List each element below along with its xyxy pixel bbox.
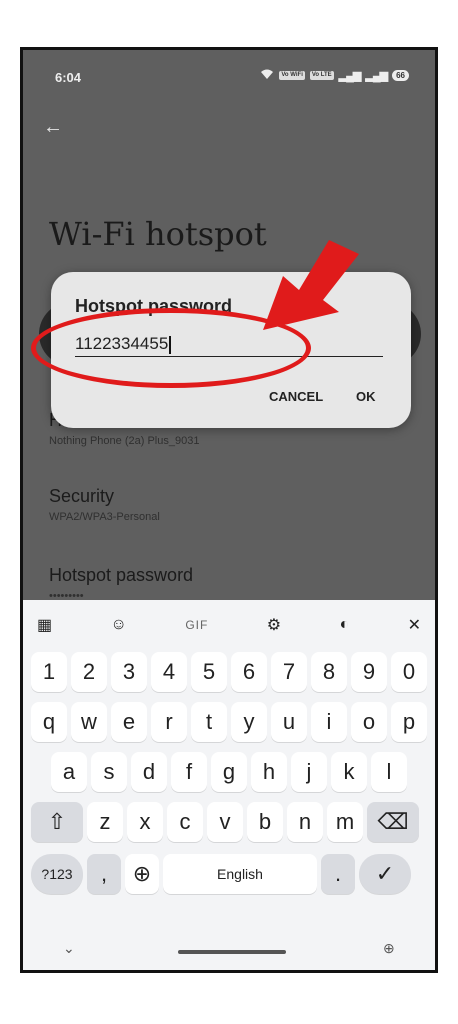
key-e[interactable]: e (111, 702, 147, 742)
cancel-button[interactable]: CANCEL (269, 389, 323, 404)
key-t[interactable]: t (191, 702, 227, 742)
backspace-key-icon[interactable]: ⌫ (367, 802, 419, 842)
key-1[interactable]: 1 (31, 652, 67, 692)
key-b[interactable]: b (247, 802, 283, 842)
key-u[interactable]: u (271, 702, 307, 742)
keyboard: ▦ ☺ GIF ⚙ ◐ ✕ 1 2 3 4 5 6 7 8 9 0 q w e … (23, 600, 435, 970)
key-3[interactable]: 3 (111, 652, 147, 692)
key-y[interactable]: y (231, 702, 267, 742)
key-4[interactable]: 4 (151, 652, 187, 692)
key-a[interactable]: a (51, 752, 87, 792)
key-z[interactable]: z (87, 802, 123, 842)
phone-screen: 6:04 Vo WiFi Vo LTE ▂▄▆ ▂▄▆ 66 ← Wi-Fi h… (20, 47, 438, 973)
hide-keyboard-icon[interactable]: ⌄ (63, 940, 75, 957)
letter-row-2: a s d f g h j k l (49, 752, 435, 792)
shift-key-icon[interactable]: ⇧ (31, 802, 83, 842)
key-n[interactable]: n (287, 802, 323, 842)
status-bar: 6:04 Vo WiFi Vo LTE ▂▄▆ ▂▄▆ 66 (23, 50, 435, 100)
sticker-icon[interactable]: ☺ (111, 616, 127, 634)
apps-grid-icon[interactable]: ▦ (37, 615, 52, 635)
key-6[interactable]: 6 (231, 652, 267, 692)
key-9[interactable]: 9 (351, 652, 387, 692)
back-arrow-icon[interactable]: ← (43, 116, 63, 139)
enter-key-icon[interactable]: ✓ (359, 854, 411, 894)
key-2[interactable]: 2 (71, 652, 107, 692)
security-item[interactable]: Security WPA2/WPA3-Personal (49, 486, 160, 523)
key-0[interactable]: 0 (391, 652, 427, 692)
comma-key[interactable]: , (87, 854, 121, 894)
hotspot-name-value: Nothing Phone (2a) Plus_9031 (49, 435, 200, 447)
vowifi-icon: Vo WiFi (279, 71, 305, 80)
number-row: 1 2 3 4 5 6 7 8 9 0 (29, 652, 429, 692)
status-time: 6:04 (55, 70, 82, 85)
letter-row-3: ⇧ z x c v b n m ⌫ (29, 802, 429, 842)
keyboard-toolbar: ▦ ☺ GIF ⚙ ◐ ✕ (23, 610, 435, 640)
settings-gear-icon[interactable]: ⚙ (267, 615, 281, 635)
key-s[interactable]: s (91, 752, 127, 792)
key-p[interactable]: p (391, 702, 427, 742)
volte-icon: Vo LTE (309, 71, 334, 80)
annotation-arrow-icon (263, 240, 359, 330)
key-5[interactable]: 5 (191, 652, 227, 692)
key-w[interactable]: w (71, 702, 107, 742)
ok-button[interactable]: OK (356, 389, 376, 404)
key-7[interactable]: 7 (271, 652, 307, 692)
key-q[interactable]: q (31, 702, 67, 742)
palette-icon[interactable]: ◐ (340, 616, 350, 634)
key-i[interactable]: i (311, 702, 347, 742)
key-f[interactable]: f (171, 752, 207, 792)
period-key[interactable]: . (321, 854, 355, 894)
key-j[interactable]: j (291, 752, 327, 792)
status-icons: Vo WiFi Vo LTE ▂▄▆ ▂▄▆ 66 (260, 68, 409, 83)
hotspot-password-label: Hotspot password (49, 565, 194, 585)
hotspot-password-item[interactable]: Hotspot password ••••••••• (49, 565, 193, 602)
signal-icon-2: ▂▄▆ (365, 70, 388, 82)
security-value: WPA2/WPA3-Personal (49, 511, 160, 523)
nav-bar: ⌄ ⊕ (23, 930, 435, 970)
bottom-row: ?123 , ⊕ English . ✓ (29, 854, 429, 894)
key-h[interactable]: h (251, 752, 287, 792)
symbols-key[interactable]: ?123 (31, 854, 83, 894)
key-x[interactable]: x (127, 802, 163, 842)
home-pill[interactable] (178, 950, 286, 954)
key-m[interactable]: m (327, 802, 363, 842)
key-c[interactable]: c (167, 802, 203, 842)
key-d[interactable]: d (131, 752, 167, 792)
key-g[interactable]: g (211, 752, 247, 792)
key-o[interactable]: o (351, 702, 387, 742)
key-8[interactable]: 8 (311, 652, 347, 692)
signal-icon: ▂▄▆ (338, 70, 362, 82)
key-k[interactable]: k (331, 752, 367, 792)
page-title: Wi-Fi hotspot (49, 215, 267, 253)
wifi-icon (260, 68, 274, 83)
key-v[interactable]: v (207, 802, 243, 842)
mic-off-icon[interactable]: ✕ (408, 615, 421, 635)
letter-row-1: q w e r t y u i o p (29, 702, 429, 742)
space-key[interactable]: English (163, 854, 317, 894)
key-r[interactable]: r (151, 702, 187, 742)
battery-icon: 66 (392, 70, 409, 81)
gif-button[interactable]: GIF (185, 618, 208, 632)
security-label: Security (49, 486, 115, 506)
globe-key-icon[interactable]: ⊕ (125, 854, 159, 894)
key-l[interactable]: l (371, 752, 407, 792)
language-globe-icon[interactable]: ⊕ (383, 940, 395, 957)
